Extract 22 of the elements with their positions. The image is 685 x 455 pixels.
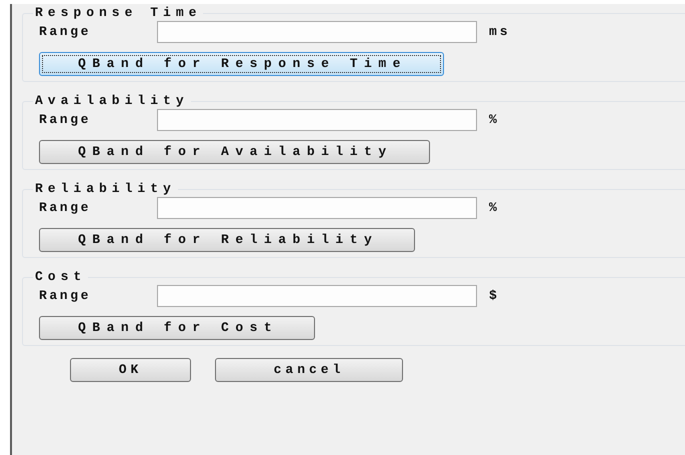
range-field[interactable] [157, 21, 477, 43]
dialog-button[interactable]: cancel [215, 358, 403, 382]
unit-label: ms [489, 23, 511, 42]
range-label: Range [39, 111, 92, 130]
unit-label: % [489, 199, 500, 218]
group-title: Cost [34, 270, 88, 284]
range-field[interactable] [157, 197, 477, 219]
qband-button[interactable]: QBand for Availability [39, 140, 430, 164]
qband-button[interactable]: QBand for Response Time [39, 52, 444, 76]
range-label: Range [39, 199, 92, 218]
group-title: Reliability [34, 182, 177, 196]
group-title: Response Time [34, 6, 202, 20]
unit-label: $ [489, 287, 500, 306]
range-label: Range [39, 23, 92, 42]
unit-label: % [489, 111, 500, 130]
dialog-button[interactable]: OK [70, 358, 191, 382]
range-label: Range [39, 287, 92, 306]
qband-button[interactable]: QBand for Reliability [39, 228, 416, 252]
group-title: Availability [34, 94, 190, 108]
range-field[interactable] [157, 109, 477, 131]
range-field[interactable] [157, 285, 477, 307]
qband-button[interactable]: QBand for Cost [39, 316, 316, 340]
